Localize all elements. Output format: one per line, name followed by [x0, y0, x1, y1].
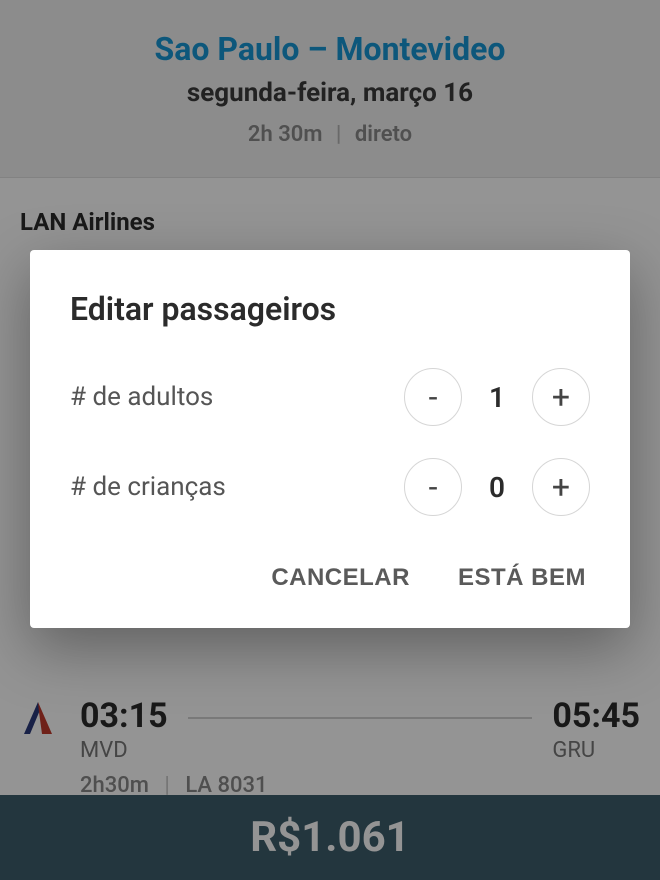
edit-passengers-dialog: Editar passageiros # de adultos - 1 + # …: [30, 250, 630, 628]
children-value: 0: [462, 471, 532, 504]
cancel-button[interactable]: CANCELAR: [267, 556, 414, 600]
dialog-actions: CANCELAR ESTÁ BEM: [70, 556, 590, 600]
children-stepper: # de crianças - 0 +: [70, 458, 590, 516]
ok-button[interactable]: ESTÁ BEM: [454, 556, 590, 600]
adults-value: 1: [462, 381, 532, 414]
dialog-title: Editar passageiros: [70, 290, 590, 328]
adults-stepper: # de adultos - 1 +: [70, 368, 590, 426]
children-increment-button[interactable]: +: [532, 458, 590, 516]
adults-increment-button[interactable]: +: [532, 368, 590, 426]
children-decrement-button[interactable]: -: [404, 458, 462, 516]
adults-label: # de adultos: [70, 382, 404, 412]
children-label: # de crianças: [70, 472, 404, 502]
adults-decrement-button[interactable]: -: [404, 368, 462, 426]
